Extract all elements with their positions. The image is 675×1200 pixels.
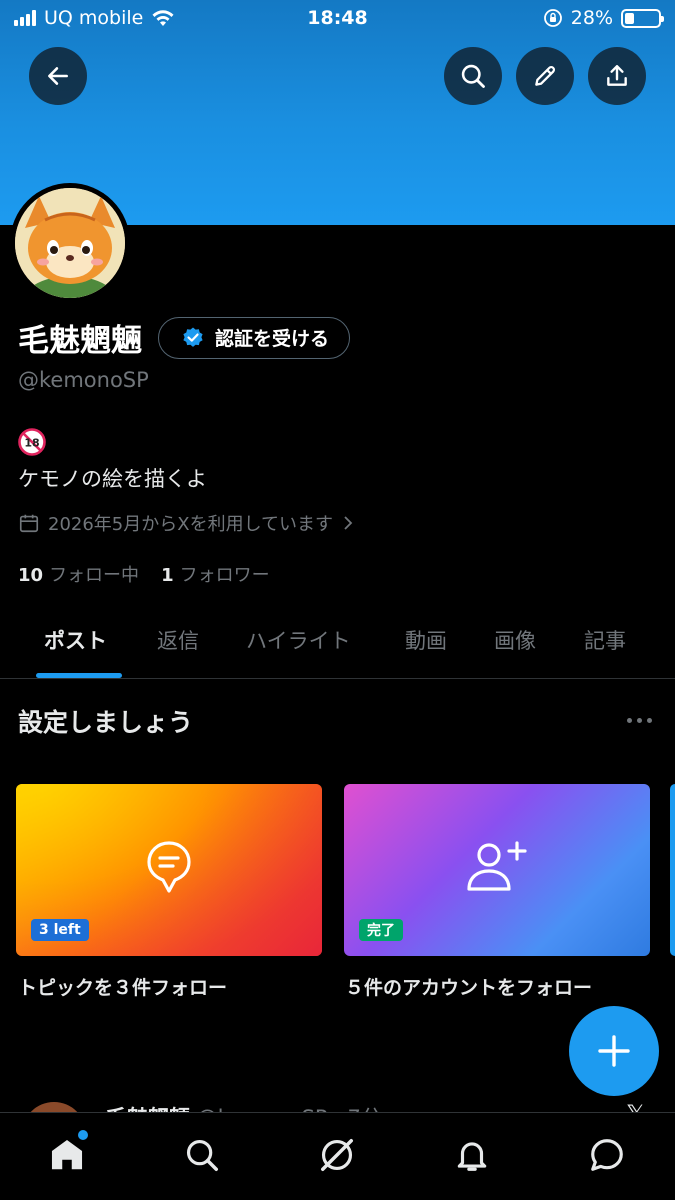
tab-photos[interactable]: 画像 — [494, 625, 536, 655]
setup-card-next-peek[interactable] — [670, 784, 675, 956]
bio-text: ケモノの絵を描くよ — [18, 467, 207, 491]
share-button[interactable] — [588, 47, 646, 105]
chat-bubble-icon — [591, 1139, 623, 1171]
setup-card-follow-accounts[interactable]: 完了 — [344, 784, 650, 956]
get-verified-label: 認証を受ける — [215, 328, 330, 350]
nav-explore[interactable] — [180, 1133, 224, 1177]
joined-date[interactable]: 2026年5月からXを利用しています — [18, 510, 355, 536]
search-icon — [186, 1139, 218, 1171]
nav-grok[interactable] — [315, 1133, 359, 1177]
chevron-right-icon — [344, 516, 353, 530]
arrow-left-icon — [48, 67, 68, 85]
tab-posts[interactable]: ポスト — [44, 625, 107, 655]
battery-icon — [621, 8, 664, 28]
followers-count: 1 — [161, 565, 174, 586]
setup-card-follow-topics[interactable]: 3 left — [16, 784, 322, 956]
add-user-icon — [467, 841, 527, 891]
nav-notifications[interactable] — [450, 1133, 494, 1177]
followers-link[interactable]: 1 フォロワー — [161, 561, 270, 587]
followers-label: フォロワー — [179, 565, 270, 586]
svg-text:18: 18 — [24, 437, 39, 450]
tab-active-indicator — [36, 673, 122, 678]
edit-profile-button[interactable] — [516, 47, 574, 105]
status-bar: UQ mobile 18:48 28% — [0, 0, 675, 38]
adult-content-icon: 18 — [18, 428, 46, 456]
tab-videos[interactable]: 動画 — [405, 625, 447, 655]
home-notification-dot — [78, 1130, 88, 1140]
compose-post-button[interactable] — [569, 1006, 659, 1096]
following-count: 10 — [18, 565, 44, 586]
grok-icon — [321, 1139, 353, 1171]
tab-highlights[interactable]: ハイライト — [246, 625, 351, 655]
calendar-icon — [19, 514, 39, 533]
more-options-icon[interactable] — [627, 712, 659, 728]
topics-remaining-badge: 3 left — [31, 919, 89, 941]
nav-messages[interactable] — [585, 1133, 629, 1177]
verified-badge-icon — [183, 327, 203, 347]
username-handle: @kemonoSP — [18, 368, 149, 392]
setup-section-title: 設定しましょう — [18, 708, 194, 737]
home-icon — [51, 1139, 83, 1170]
following-link[interactable]: 10 フォロー中 — [18, 561, 139, 587]
joined-date-label: 2026年5月からXを利用しています — [48, 514, 334, 535]
plus-icon — [598, 1035, 630, 1067]
chat-bubble-icon — [147, 841, 191, 893]
card-label-follow-accounts: ５件のアカウントをフォロー — [345, 977, 593, 999]
bell-icon — [457, 1142, 487, 1171]
tab-replies[interactable]: 返信 — [157, 625, 199, 655]
search-button[interactable] — [444, 47, 502, 105]
bottom-navigation — [0, 1112, 675, 1200]
get-verified-button[interactable]: 認証を受ける — [158, 316, 351, 359]
card-label-follow-topics: トピックを３件フォロー — [18, 977, 228, 999]
profile-tabs: ポスト 返信 ハイライト 動画 画像 記事 — [0, 607, 675, 679]
avatar-image — [15, 188, 125, 298]
pencil-icon — [535, 65, 556, 86]
back-button[interactable] — [29, 47, 87, 105]
profile-avatar[interactable] — [10, 183, 130, 303]
share-icon — [607, 65, 627, 86]
search-icon — [461, 64, 485, 88]
follow-stats: 10 フォロー中 1 フォロワー — [18, 561, 270, 587]
battery-percent: 28% — [570, 7, 613, 29]
tab-articles[interactable]: 記事 — [584, 625, 626, 655]
following-label: フォロー中 — [49, 565, 140, 586]
rotation-lock-icon — [543, 9, 562, 27]
display-name: 毛魅魍魎 — [18, 323, 142, 359]
name-row: 毛魅魍魎 認証を受ける — [18, 315, 351, 360]
completed-badge: 完了 — [359, 919, 403, 941]
